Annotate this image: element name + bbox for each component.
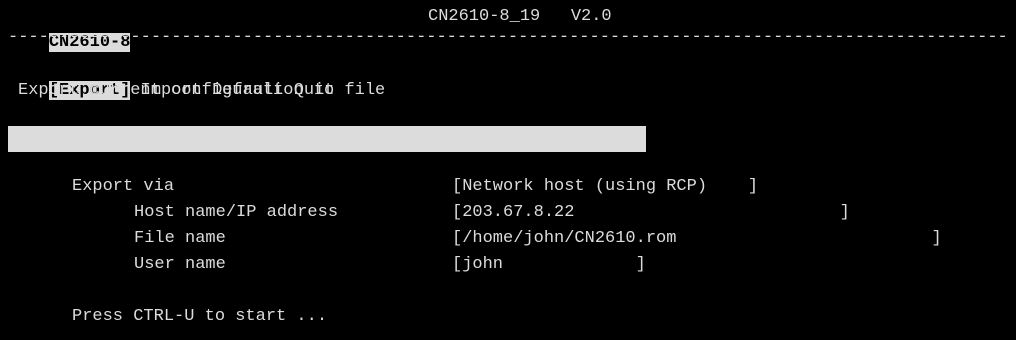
menu-bar: [Export] Import Default Quit bbox=[8, 52, 335, 100]
export-via-field[interactable]: [Network host (using RCP) ] bbox=[452, 174, 758, 200]
device-info: CN2610-8_19 V2.0 bbox=[428, 7, 612, 26]
export-via-label: Export via bbox=[72, 177, 175, 196]
host-input[interactable]: [203.67.8.22 ] bbox=[452, 200, 850, 226]
header-row: CN2610-8 bbox=[8, 4, 131, 52]
user-name-input[interactable]: [john ] bbox=[452, 252, 646, 278]
terminal-screen: CN2610-8 CN2610-8_19 V2.0 --------------… bbox=[0, 0, 1016, 340]
start-hint: Press CTRL-U to start ... bbox=[72, 307, 328, 326]
menu-description: Export current configuration to file bbox=[18, 81, 386, 100]
file-name-label: File name bbox=[134, 229, 226, 248]
status-bar-text: ESC: back to menu Enter: select bbox=[58, 155, 386, 174]
status-bar: ESC: back to menu Enter: select bbox=[8, 126, 646, 174]
separator-line: ----------------------------------------… bbox=[8, 30, 1008, 46]
host-label: Host name/IP address bbox=[134, 203, 339, 222]
user-name-label: User name bbox=[134, 255, 226, 274]
file-name-input[interactable]: [/home/john/CN2610.rom ] bbox=[452, 226, 942, 252]
